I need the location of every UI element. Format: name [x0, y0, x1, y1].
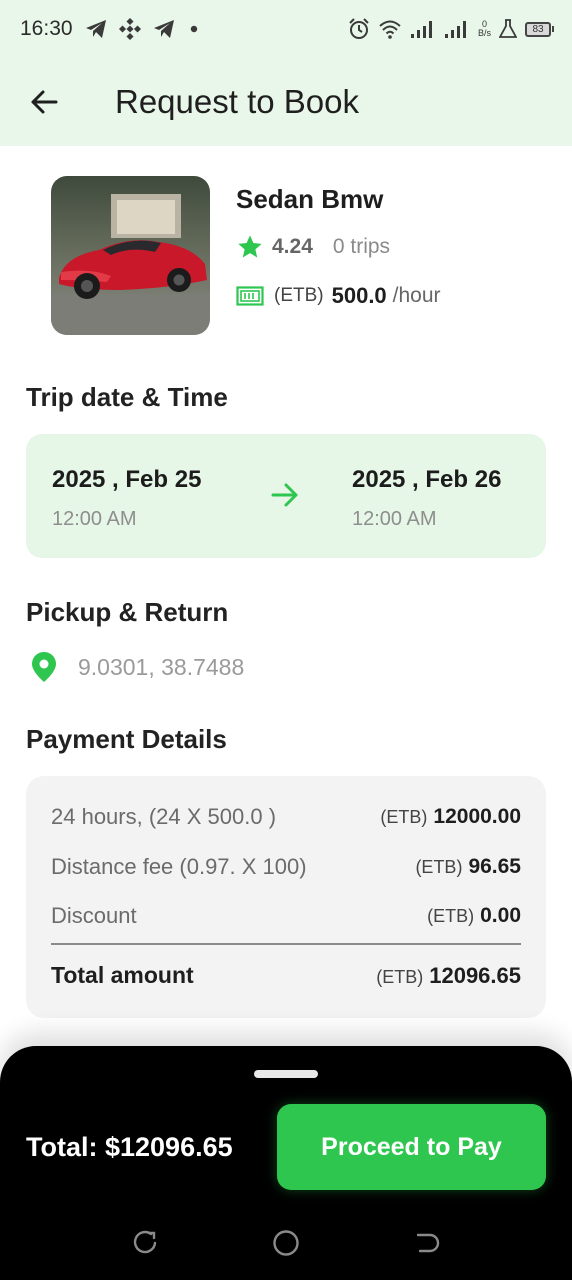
trip-dates-card[interactable]: 2025 , Feb 25 12:00 AM 2025 , Feb 26 12:… — [26, 434, 546, 558]
price-unit: /hour — [392, 284, 441, 307]
car-info: Sedan Bmw 4.24 0 trips (ETB) 500.0 /hour — [236, 176, 441, 336]
back-nav-button[interactable] — [412, 1228, 442, 1258]
system-icons: 0 B/s 83 — [348, 18, 554, 40]
system-nav-bar — [0, 1206, 572, 1280]
status-time: 16:30 — [20, 17, 73, 40]
signal-icon — [444, 19, 470, 39]
rating-row: 4.24 0 trips — [236, 233, 441, 261]
payment-amount: 0.00 — [480, 904, 521, 927]
battery-level: 83 — [525, 21, 551, 37]
home-circle-icon — [273, 1230, 299, 1256]
total-amount-label: Total amount — [51, 962, 194, 988]
status-bar: 16:30 0 B/s 83 — [0, 0, 572, 58]
start-time: 12:00 AM — [52, 508, 137, 530]
end-time: 12:00 AM — [352, 508, 437, 530]
pickup-location[interactable]: 9.0301, 38.7488 — [30, 650, 244, 684]
netspeed-unit: B/s — [477, 28, 491, 38]
drag-handle[interactable] — [254, 1070, 318, 1078]
payment-row-discount: Discount (ETB) 0.00 — [51, 903, 521, 929]
back-button[interactable] — [16, 74, 72, 130]
start-date: 2025 , Feb 25 — [52, 466, 202, 493]
car-summary[interactable]: Sedan Bmw 4.24 0 trips (ETB) 500.0 /hour — [51, 176, 531, 336]
end-date: 2025 , Feb 26 — [352, 466, 502, 493]
home-button[interactable] — [271, 1228, 301, 1258]
wifi-icon — [378, 19, 402, 39]
trip-count: 0 trips — [332, 235, 391, 258]
arrow-right-icon — [270, 480, 300, 515]
signal-icon — [410, 19, 436, 39]
recents-icon — [133, 1230, 157, 1254]
pickup-section-title: Pickup & Return — [26, 597, 229, 627]
dot-icon — [187, 22, 201, 36]
back-nav-icon — [416, 1233, 440, 1253]
payment-label: Distance fee (0.97. X 100) — [51, 854, 307, 879]
arrow-left-icon — [31, 90, 58, 114]
telegram-icon — [153, 19, 175, 39]
page-title: Request to Book — [115, 83, 359, 120]
payment-amount: 12000.00 — [433, 805, 521, 828]
payment-label: Discount — [51, 903, 137, 928]
price-row: (ETB) 500.0 /hour — [236, 283, 441, 309]
price-value: 500.0 — [331, 283, 387, 308]
binance-icon — [118, 18, 141, 40]
total-currency: (ETB) — [376, 966, 424, 987]
location-coordinates: 9.0301, 38.7488 — [78, 653, 245, 680]
star-icon — [238, 235, 262, 258]
checkout-total: Total: $12096.65 — [26, 1132, 233, 1162]
payment-row-hours: 24 hours, (24 X 500.0 ) (ETB) 12000.00 — [51, 804, 521, 830]
payment-currency: (ETB) — [415, 857, 463, 877]
payment-currency: (ETB) — [380, 807, 428, 827]
total-amount-value: 12096.65 — [429, 962, 521, 988]
flask-icon — [499, 19, 517, 39]
money-icon — [236, 286, 264, 306]
payment-currency: (ETB) — [427, 906, 475, 926]
recents-button[interactable] — [130, 1228, 160, 1258]
trip-start: 2025 , Feb 25 12:00 AM — [52, 466, 201, 531]
rating-value: 4.24 — [272, 235, 313, 258]
checkout-bottom-sheet: Total: $12096.65 Proceed to Pay — [0, 1046, 572, 1280]
car-photo — [51, 176, 210, 335]
payment-label: 24 hours, (24 X 500.0 ) — [51, 804, 277, 829]
battery-icon: 83 — [525, 21, 554, 37]
app-bar: Request to Book — [0, 58, 572, 146]
payment-details-card: 24 hours, (24 X 500.0 ) (ETB) 12000.00 D… — [26, 776, 546, 1018]
payment-divider — [51, 943, 521, 945]
payment-amount: 96.65 — [468, 855, 521, 878]
trip-end: 2025 , Feb 26 12:00 AM — [352, 466, 501, 531]
alarm-icon — [348, 18, 370, 40]
netspeed-indicator: 0 B/s — [478, 20, 491, 38]
trip-section-title: Trip date & Time — [26, 382, 228, 412]
payment-row-total: Total amount (ETB) 12096.65 — [51, 962, 521, 989]
price-currency: (ETB) — [274, 285, 324, 306]
telegram-icon — [85, 19, 107, 39]
payment-row-distance: Distance fee (0.97. X 100) (ETB) 96.65 — [51, 854, 521, 880]
proceed-to-pay-button[interactable]: Proceed to Pay — [277, 1104, 546, 1190]
location-pin-icon — [32, 652, 56, 682]
notification-icons — [85, 18, 201, 40]
payment-section-title: Payment Details — [26, 724, 227, 754]
car-name: Sedan Bmw — [236, 184, 384, 214]
